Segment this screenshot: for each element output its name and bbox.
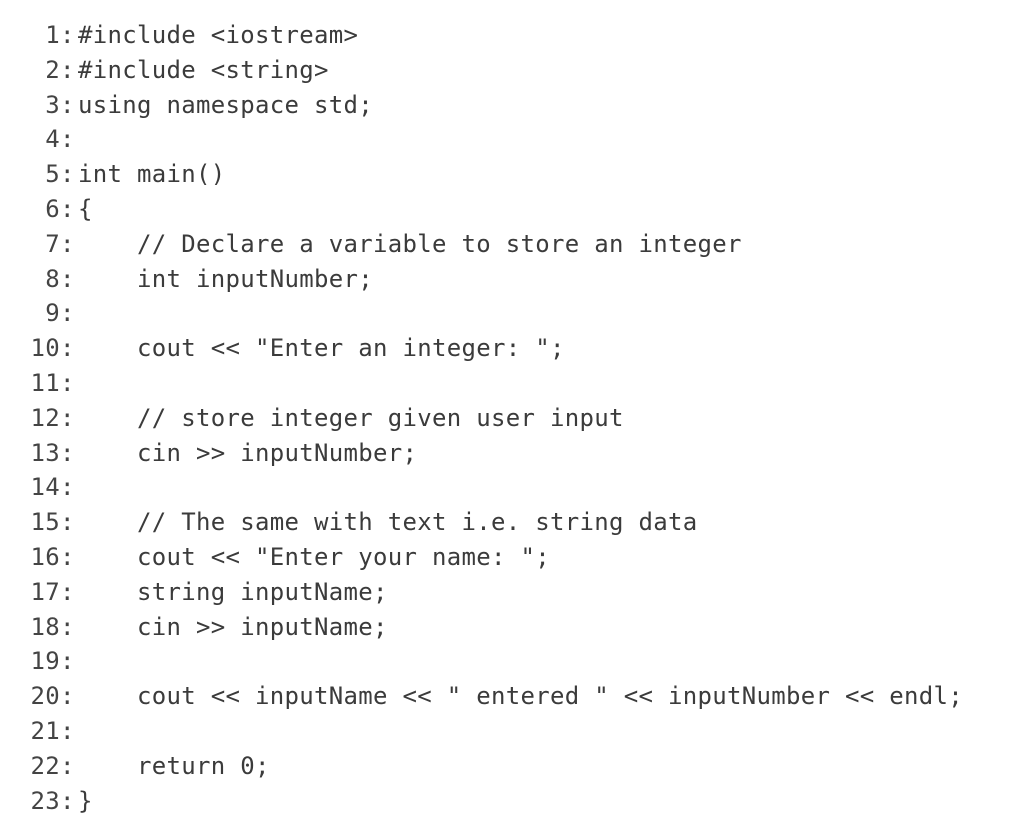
line-code-text: // Declare a variable to store an intege…: [78, 229, 742, 258]
code-line: 6:{: [0, 192, 1024, 227]
line-number-separator: :: [60, 264, 75, 293]
code-line: 3: using namespace std;: [0, 88, 1024, 123]
line-number-separator: :: [60, 368, 75, 397]
code-listing: 1: #include <iostream> 2: #include <string>…: [0, 0, 1024, 827]
line-number: 20: [30, 682, 60, 711]
line-code-text: cout << "Enter your name: ";: [78, 542, 550, 571]
line-number-separator: :: [60, 612, 75, 641]
line-number-separator: :: [60, 542, 75, 571]
code-line: 1: #include <iostream>: [0, 18, 1024, 53]
line-number: 16: [30, 542, 60, 571]
line-number-separator: :: [60, 438, 75, 467]
line-code-text: cin >> inputNumber;: [78, 438, 418, 467]
line-number: 4: [45, 125, 60, 154]
code-line: 12: // store integer given user input: [0, 401, 1024, 436]
code-line: 9:: [0, 296, 1024, 331]
line-code-text: return 0;: [78, 751, 270, 780]
line-number: 22: [30, 751, 60, 780]
line-code-text: using namespace std;: [78, 90, 373, 119]
line-number: 11: [30, 368, 60, 397]
line-code-text: // The same with text i.e. string data: [78, 508, 698, 537]
code-line: 11:: [0, 366, 1024, 401]
line-code-text: string inputName;: [78, 577, 388, 606]
line-number: 1: [45, 21, 60, 49]
line-number-separator: :: [60, 403, 75, 432]
code-line: 14:: [0, 470, 1024, 505]
line-number: 18: [30, 612, 60, 641]
line-number-separator: :: [60, 682, 75, 711]
code-line: 7: // Declare a variable to store an int…: [0, 227, 1024, 262]
line-number-separator: :: [60, 334, 75, 363]
line-number-separator: :: [60, 21, 75, 49]
line-code-text: // store integer given user input: [78, 403, 624, 432]
line-number-separator: :: [60, 125, 75, 154]
line-number: 15: [30, 508, 60, 537]
line-code-text: cout << "Enter an integer: ";: [78, 334, 565, 363]
line-number-separator: :: [60, 55, 75, 84]
code-line: 10: cout << "Enter an integer: ";: [0, 331, 1024, 366]
line-number-separator: :: [60, 229, 75, 258]
code-line: 8: int inputNumber;: [0, 262, 1024, 297]
line-number: 3: [45, 90, 60, 119]
line-number: 8: [45, 264, 60, 293]
code-line: 19:: [0, 644, 1024, 679]
line-number: 6: [45, 194, 60, 223]
line-code-text: cin >> inputName;: [78, 612, 388, 641]
line-number: 9: [45, 299, 60, 328]
line-code-text: }: [78, 786, 93, 815]
line-number-separator: :: [60, 299, 75, 328]
line-number-separator: :: [60, 473, 75, 502]
line-code-text: int inputNumber;: [78, 264, 373, 293]
line-code-text: #include <iostream>: [78, 21, 359, 49]
code-line: 13: cin >> inputNumber;: [0, 436, 1024, 471]
code-line: 16: cout << "Enter your name: ";: [0, 540, 1024, 575]
line-number-separator: :: [60, 194, 75, 223]
line-number: 5: [45, 160, 60, 189]
code-line: 15: // The same with text i.e. string da…: [0, 505, 1024, 540]
line-number: 7: [45, 229, 60, 258]
code-line: 22: return 0;: [0, 749, 1024, 784]
line-number: 10: [30, 334, 60, 363]
line-number-separator: :: [60, 160, 75, 189]
line-number: 21: [30, 716, 60, 745]
code-line: 23:}: [0, 784, 1024, 819]
line-number-separator: :: [60, 716, 75, 745]
line-number-separator: :: [60, 786, 75, 815]
line-number: 12: [30, 403, 60, 432]
line-code-text: #include <string>: [78, 55, 329, 84]
line-number-separator: :: [60, 508, 75, 537]
line-number: 13: [30, 438, 60, 467]
code-line: 18: cin >> inputName;: [0, 610, 1024, 645]
code-line: 17: string inputName;: [0, 575, 1024, 610]
line-number: 17: [30, 577, 60, 606]
line-code-text: cout << inputName << " entered " << inpu…: [78, 682, 963, 711]
line-number: 19: [30, 647, 60, 676]
line-code-text: int main(): [78, 160, 226, 189]
line-number-separator: :: [60, 751, 75, 780]
line-number-separator: :: [60, 577, 75, 606]
code-line: 2: #include <string>: [0, 53, 1024, 88]
line-number-separator: :: [60, 647, 75, 676]
line-number: 14: [30, 473, 60, 502]
line-code-text: {: [78, 194, 93, 223]
line-number-separator: :: [60, 90, 75, 119]
code-line: 5: int main(): [0, 157, 1024, 192]
line-number: 2: [45, 55, 60, 84]
code-line: 21:: [0, 714, 1024, 749]
code-line: 20: cout << inputName << " entered " << …: [0, 679, 1024, 714]
line-number: 23: [30, 786, 60, 815]
code-line: 4:: [0, 122, 1024, 157]
code-lines-container: 1: #include <iostream> 2: #include <string>…: [0, 18, 1024, 818]
